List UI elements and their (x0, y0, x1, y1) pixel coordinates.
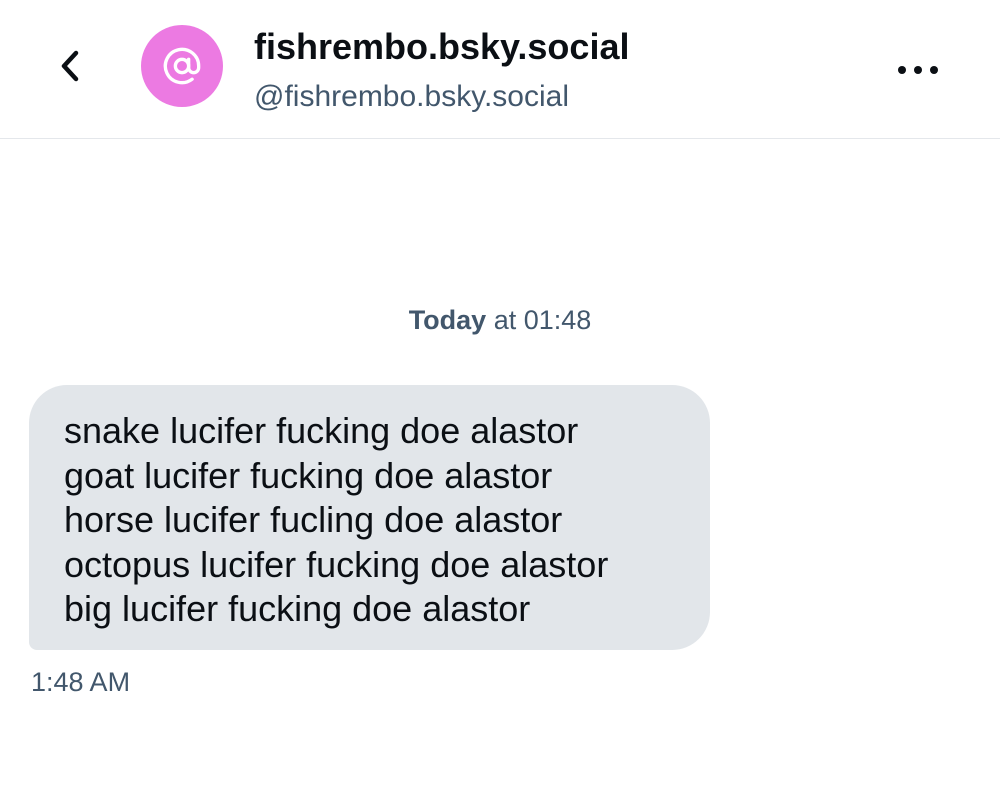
more-options-button[interactable] (888, 52, 948, 88)
date-separator-day: Today (408, 305, 487, 335)
avatar[interactable] (141, 25, 223, 107)
message-timestamp: 1:48 AM (31, 667, 131, 697)
contact-handle: @fishrembo.bsky.social (254, 80, 569, 113)
chevron-left-icon (61, 50, 79, 82)
message-line: big lucifer fucking doe alastor (64, 588, 531, 629)
at-sign-icon (163, 47, 201, 85)
conversation-header: fishrembo.bsky.social @fishrembo.bsky.so… (0, 0, 1000, 139)
message-bubble[interactable]: snake lucifer fucking doe alastor goat l… (29, 385, 710, 650)
more-horizontal-icon (898, 66, 906, 74)
message-line: octopus lucifer fucking doe alastor (64, 543, 609, 585)
contact-display-name[interactable]: fishrembo.bsky.social (254, 26, 629, 68)
back-button[interactable] (50, 44, 90, 88)
message-line: goat lucifer fucking doe alastor (64, 454, 553, 496)
message-line: snake lucifer fucking doe alastor (64, 410, 579, 451)
date-separator: Today at 01:48 (0, 305, 1000, 336)
message-line: horse lucifer fucling doe alastor (64, 499, 563, 540)
date-separator-time: at 01:48 (493, 305, 592, 335)
